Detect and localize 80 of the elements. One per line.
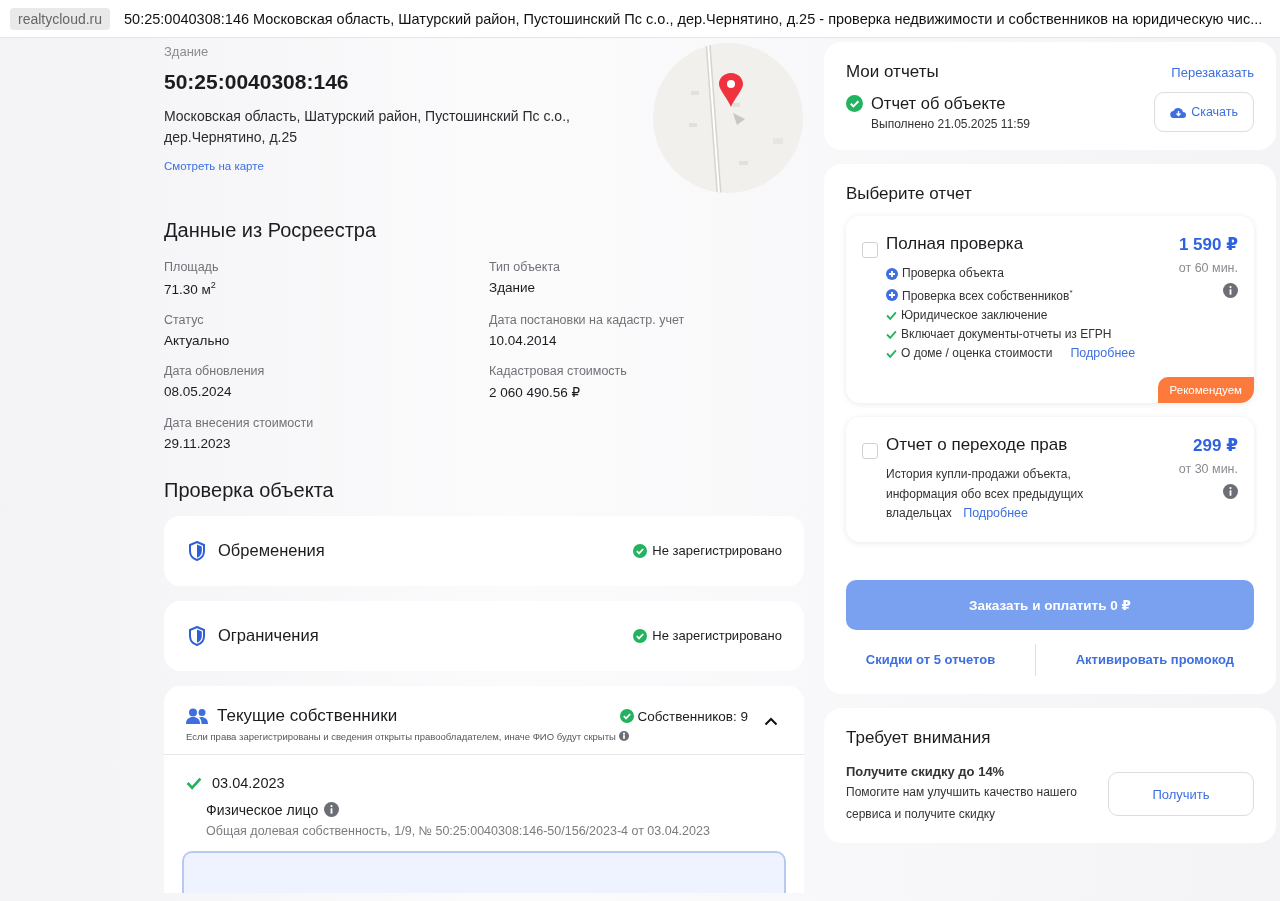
cloud-download-icon [1170, 106, 1187, 118]
link[interactable]: Скидки от 5 отчетов [865, 652, 996, 667]
feature-text: О доме / оценка стоимости [901, 345, 1053, 362]
report-option[interactable]: Отчет о переходе прав История купли-продажи объекта, информация обо всех предыдущих владельцах Подробнее 299 ₽ от 30 мин. [846, 417, 1254, 542]
price: 1 590 ₽ [1178, 234, 1238, 255]
people-icon [186, 708, 208, 724]
option-description: История купли-продажи объекта, информация обо всех предыдущих владельцах Подробнее [886, 466, 1085, 522]
info-icon [324, 802, 340, 817]
details-link[interactable]: Подробнее [1070, 344, 1136, 363]
check-icon [886, 310, 897, 321]
report-status: Выполнено 21.05.2025 11:59 [871, 116, 1030, 131]
ownership-details: Общая долевая собственность, 1/9, № 50:25:0040308:146-50/156/2023-4 от 03.04.2023 [206, 823, 711, 838]
status-text: Не зарегистрировано [652, 628, 782, 643]
field-label: Кадастровая стоимость [489, 363, 628, 378]
owner-count: Собственников: 9 [637, 708, 748, 724]
status-text: Не зарегистрировано [652, 543, 782, 558]
info-icon [1223, 484, 1238, 499]
duration: от 30 мин. [1178, 462, 1238, 476]
duration: от 60 мин. [1178, 261, 1238, 275]
feature-text: Проверка объекта [902, 265, 1004, 282]
check-title: Обременения [218, 541, 326, 560]
price: 299 ₽ [1193, 435, 1238, 456]
feature-text: Включает документы-отчеты из ЕГРН [901, 326, 1112, 343]
report-option[interactable]: Полная проверка Проверка объекта Проверка всех собственников$^{*}$ Юридическое заключение Включает документы-отчеты из ЕГРН О доме / оценка стоимости Подробнее 1 590 ₽ от 60 мин. Рекомендуем [846, 216, 1254, 403]
details-link[interactable]: Подробнее [963, 506, 1028, 520]
info-icon [618, 731, 629, 741]
feature-text: Проверка всех собственников$^{*}$ [902, 287, 1073, 305]
cadastral-number: 50:25:0040308:146 [164, 70, 350, 94]
promo-headline: Получите скидку до 14% [846, 763, 1006, 779]
card-title: Мои отчеты [846, 62, 939, 82]
field-value: 10.04.2014 [489, 332, 558, 348]
field-label: Площадь [164, 260, 220, 274]
check-title: Ограничения [218, 626, 320, 645]
info-icon [1223, 283, 1238, 298]
card-title: Выберите отчет [846, 184, 973, 204]
download-button[interactable]: Скачать [1154, 92, 1254, 132]
option-title: Отчет о переходе прав [886, 435, 1069, 455]
note-text: Если права зарегистрированы и сведения открыты правообладателем, иначе ФИО будут скрыты [186, 730, 616, 742]
check-card[interactable]: Обременения Не зарегистрировано [164, 515, 804, 586]
field-label: Дата постановки на кадастр. учет [489, 312, 686, 327]
owner-date: 03.04.2023 [212, 774, 285, 791]
report-name: Отчет об объекте [871, 93, 1006, 113]
site-tab[interactable]: realtycloud.ru [10, 7, 111, 30]
section-title: Данные из Росреестра [164, 219, 378, 242]
field-label: Дата обновления [164, 363, 266, 378]
check-card[interactable]: Ограничения Не зарегистрировано [164, 600, 804, 671]
chevron-up-icon [764, 716, 778, 726]
link[interactable]: Активировать промокод [1075, 652, 1235, 667]
section-title: Проверка объекта [164, 478, 335, 502]
shield-icon [188, 625, 206, 646]
field-value: 71.30 м$^{2}$ [164, 280, 217, 297]
option-title: Полная проверка [886, 234, 1025, 254]
field-value: Здание [489, 280, 537, 295]
field-label: Статус [164, 312, 205, 327]
field-value: 29.11.2023 [164, 435, 232, 451]
plus-circle-icon [886, 267, 898, 280]
check-circle-icon [619, 709, 634, 723]
checkbox[interactable] [862, 242, 878, 258]
field-value: 08.05.2024 [164, 383, 233, 399]
checkbox[interactable] [862, 443, 878, 459]
reorder-link[interactable]: Перезаказать [1171, 64, 1254, 80]
owner-type: Физическое лицо [206, 801, 319, 818]
recommended-badge: Рекомендуем [1157, 377, 1254, 403]
check-icon [886, 348, 897, 359]
field-label: Тип объекта [489, 260, 561, 274]
promo-text: Помогите нам улучшить качество нашего сервиса и получите скидку [846, 783, 1078, 823]
shield-icon [188, 540, 206, 561]
get-button[interactable]: Получить [1108, 772, 1254, 816]
field-value: 2 060 490.56 ₽ [489, 383, 582, 400]
card-title: Требует внимания [846, 727, 992, 748]
address-text: Московская область, Шатурский район, Пустошинский Пс с.о., дер.Чернятино, д.25 [164, 107, 571, 147]
object-type: Здание [164, 44, 210, 59]
section-heading: Текущие собственники [217, 706, 399, 726]
feature-text: Юридическое заключение [901, 307, 1048, 324]
field-label: Дата внесения стоимости [164, 415, 315, 430]
field-value: Актуально [164, 332, 231, 348]
plus-circle-icon [886, 288, 898, 301]
check-icon [886, 329, 897, 340]
page-title: 50:25:0040308:146 Московская область, Шатурский район, Пустошинский Пс с.о., дер.Чернятино, д.25 - проверка недвижимости и собственников на юридическую чис... [124, 10, 1263, 27]
map-link[interactable]: Смотреть на карте [164, 160, 264, 172]
